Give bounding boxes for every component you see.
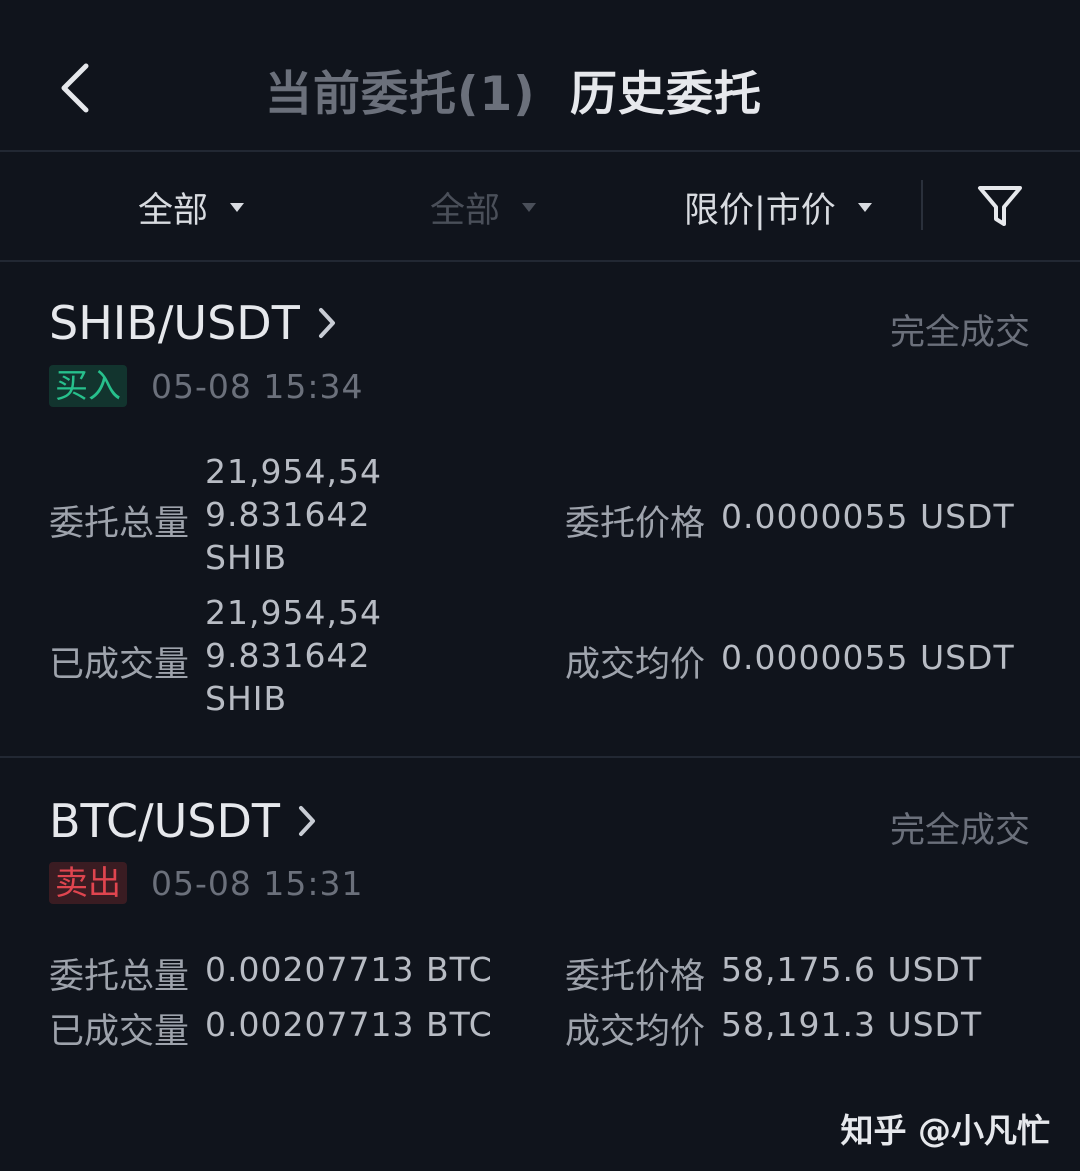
- side-badge-buy: 买入: [49, 365, 127, 407]
- status-text: 完全成交: [889, 811, 1030, 851]
- filter-label: 全部: [430, 191, 501, 231]
- filter-dropdown-all-1[interactable]: 全部: [138, 182, 245, 233]
- filter-dropdown-order-type[interactable]: 限价|市价: [684, 182, 872, 233]
- filter-label: 限价|市价: [684, 191, 836, 231]
- divider: [921, 180, 923, 230]
- order-pair[interactable]: BTC/USDT: [49, 794, 318, 848]
- avg-price-label: 成交均价: [565, 645, 706, 685]
- qty-value: 21,954,54 9.831642 SHIB: [205, 450, 385, 579]
- qty-line: SHIB: [205, 538, 288, 577]
- filled-line: 21,954,54: [205, 593, 382, 632]
- status-text: 完全成交: [889, 313, 1030, 353]
- back-arrow-icon[interactable]: [52, 60, 102, 116]
- order-card[interactable]: SHIB/USDT 完全成交 买入 05-08 15:34 委托总量 21,95…: [0, 262, 1080, 758]
- qty-label: 委托总量: [49, 957, 190, 997]
- order-pair[interactable]: SHIB/USDT: [49, 296, 338, 350]
- pair-label: BTC/USDT: [49, 794, 280, 848]
- filled-value: 0.00207713 BTC: [205, 1005, 493, 1044]
- avg-price-value: 0.0000055 USDT: [721, 638, 1015, 677]
- order-time: 05-08 15:31: [151, 864, 364, 903]
- price-label: 委托价格: [565, 504, 706, 544]
- filled-value: 21,954,54 9.831642 SHIB: [205, 591, 385, 720]
- filled-line: 9.831642: [205, 636, 371, 675]
- caret-down-icon: [522, 203, 537, 212]
- caret-down-icon: [230, 203, 245, 212]
- order-time: 05-08 15:34: [151, 367, 364, 406]
- filter-funnel-icon[interactable]: [976, 182, 1024, 230]
- qty-line: 9.831642: [205, 495, 371, 534]
- qty-value: 0.00207713 BTC: [205, 950, 493, 989]
- price-value: 58,175.6 USDT: [721, 950, 983, 989]
- filled-label: 已成交量: [49, 645, 190, 685]
- filter-label: 全部: [138, 191, 209, 231]
- qty-label: 委托总量: [49, 504, 190, 544]
- chevron-right-icon: [318, 308, 335, 338]
- price-value: 0.0000055 USDT: [721, 497, 1015, 536]
- avg-price-value: 58,191.3 USDT: [721, 1005, 983, 1044]
- filled-label: 已成交量: [49, 1012, 190, 1052]
- caret-down-icon: [857, 203, 872, 212]
- filter-dropdown-all-2: 全部: [430, 182, 537, 233]
- pair-label: SHIB/USDT: [49, 296, 300, 350]
- side-badge-sell: 卖出: [49, 862, 127, 904]
- watermark: 知乎 @小凡忙: [840, 1111, 1051, 1150]
- filled-line: SHIB: [205, 679, 288, 718]
- price-label: 委托价格: [565, 957, 706, 997]
- tab-order-history[interactable]: 历史委托: [570, 55, 762, 124]
- avg-price-label: 成交均价: [565, 1012, 706, 1052]
- qty-line: 21,954,54: [205, 452, 382, 491]
- chevron-right-icon: [298, 806, 315, 836]
- filter-bar: 全部 全部 限价|市价: [0, 152, 1080, 262]
- tab-current-orders[interactable]: 当前委托(1): [265, 55, 536, 124]
- top-header: 当前委托(1) 历史委托: [0, 0, 1080, 152]
